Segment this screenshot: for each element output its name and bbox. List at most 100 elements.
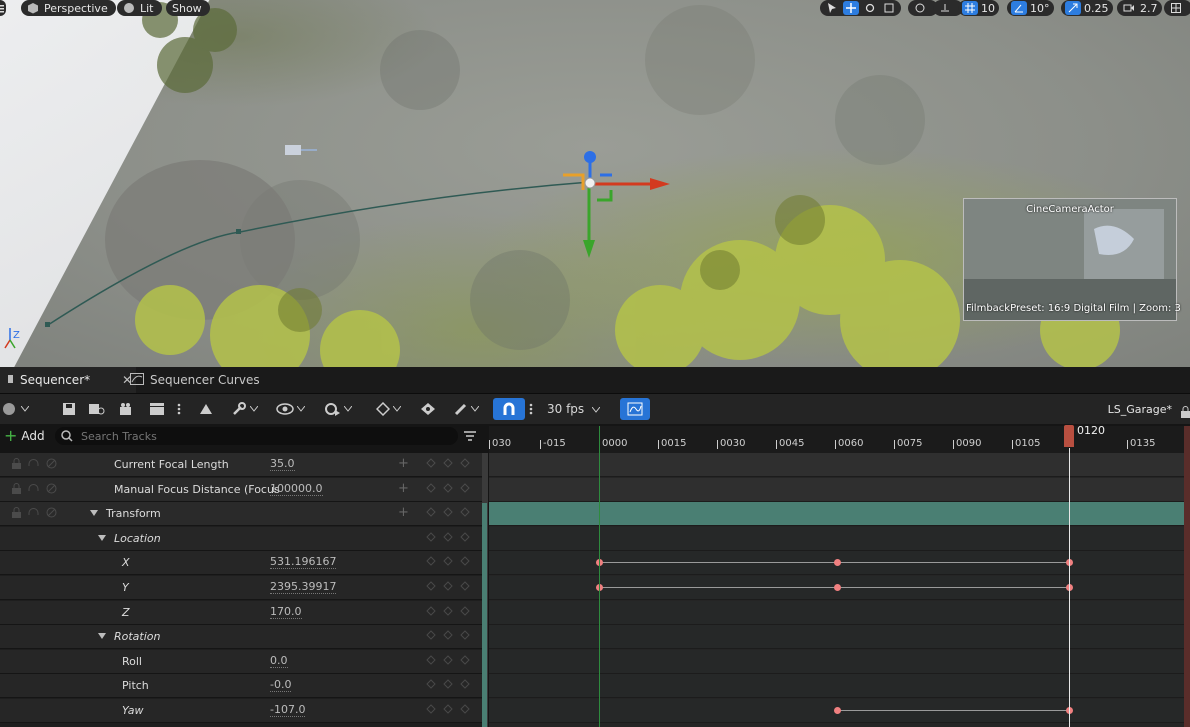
next-key-icon[interactable] <box>460 679 470 690</box>
playback-options-button[interactable] <box>320 398 354 420</box>
disable-icon[interactable] <box>46 458 57 469</box>
track-row[interactable]: Roll 0.0 <box>0 649 482 674</box>
expand-triangle-icon[interactable] <box>98 633 106 640</box>
create-camera-button[interactable] <box>117 398 137 420</box>
track-row[interactable]: Pitch -0.0 <box>0 674 482 699</box>
lock-icon[interactable] <box>12 458 21 469</box>
previous-key-icon[interactable] <box>426 679 436 690</box>
track-value-field[interactable]: -107.0 <box>270 704 306 717</box>
previous-key-icon[interactable] <box>426 704 436 714</box>
add-key-icon[interactable] <box>443 581 453 591</box>
previous-key-icon[interactable] <box>426 581 436 591</box>
keyframe[interactable] <box>833 559 841 567</box>
track-value-field[interactable]: 170.0 <box>270 605 302 619</box>
angle-snap-control[interactable]: 10° <box>1007 0 1054 16</box>
timeline-track-row[interactable] <box>489 502 1190 527</box>
headphones-icon[interactable] <box>28 507 39 518</box>
rotate-mode-icon[interactable] <box>862 1 878 15</box>
playhead-line[interactable] <box>1069 448 1070 727</box>
track-value-field[interactable]: 0.0 <box>270 654 288 668</box>
expand-triangle-icon[interactable] <box>98 534 106 541</box>
add-key-icon[interactable] <box>443 482 453 493</box>
timeline-track-row[interactable] <box>489 453 1190 477</box>
timeline-track-row[interactable] <box>489 649 1190 674</box>
track-row[interactable]: Location <box>0 526 482 551</box>
more-options-button[interactable] <box>174 398 184 420</box>
key-options-button[interactable] <box>372 398 404 420</box>
previous-key-icon[interactable] <box>426 655 436 665</box>
save-button[interactable] <box>60 398 78 420</box>
edit-mode-button[interactable] <box>450 398 482 420</box>
timeline-track-row[interactable] <box>489 526 1190 551</box>
add-track-button[interactable]: + Add <box>0 427 50 445</box>
timeline-track-row[interactable] <box>489 625 1190 650</box>
track-value-field[interactable]: 531.196167 <box>270 556 337 570</box>
previous-key-icon[interactable] <box>426 532 436 542</box>
add-subtrack-icon[interactable]: + <box>398 481 409 496</box>
frame-rate-dropdown[interactable]: 30 fps <box>547 398 601 420</box>
next-key-icon[interactable] <box>460 556 470 567</box>
headphones-icon[interactable] <box>28 483 39 494</box>
previous-key-icon[interactable] <box>426 458 436 468</box>
lock-icon[interactable] <box>1181 403 1190 422</box>
show-button[interactable]: Show <box>166 0 210 16</box>
snap-toggle-button[interactable] <box>493 398 525 420</box>
previous-key-icon[interactable] <box>426 556 436 567</box>
add-subtrack-icon[interactable]: + <box>398 456 409 471</box>
add-key-icon[interactable] <box>443 556 453 567</box>
search-tracks-input[interactable] <box>79 428 443 444</box>
next-key-icon[interactable] <box>460 630 470 640</box>
track-row[interactable]: X 531.196167 <box>0 551 482 576</box>
add-key-icon[interactable] <box>443 605 453 616</box>
previous-key-icon[interactable] <box>426 507 436 517</box>
next-key-icon[interactable] <box>460 581 470 591</box>
tab-sequencer-curves[interactable]: Sequencer Curves <box>122 367 268 393</box>
keyframe[interactable] <box>833 707 841 714</box>
track-row[interactable]: Y 2395.39917 <box>0 576 482 600</box>
disable-icon[interactable] <box>46 483 57 494</box>
lock-icon[interactable] <box>12 507 21 519</box>
keyframe[interactable] <box>833 584 841 591</box>
timeline-track-row[interactable] <box>489 477 1190 502</box>
track-value-field[interactable]: 2395.39917 <box>270 581 337 594</box>
disable-icon[interactable] <box>46 507 57 518</box>
filter-icon[interactable] <box>462 428 478 444</box>
curve-editor-button[interactable] <box>620 398 650 420</box>
add-key-icon[interactable] <box>443 679 453 690</box>
scale-snap-control[interactable]: 0.25 <box>1061 0 1113 16</box>
timeline-track-row[interactable] <box>489 600 1190 625</box>
next-key-icon[interactable] <box>460 507 470 517</box>
actions-menu-button[interactable] <box>228 398 260 420</box>
headphones-icon[interactable] <box>28 458 39 469</box>
camera-preview-window[interactable]: CineCameraActor FilmbackPreset: 16:9 Dig… <box>963 198 1181 321</box>
next-key-icon[interactable] <box>460 532 470 542</box>
auto-key-button[interactable] <box>418 398 438 420</box>
grid-snap-control[interactable]: 10 <box>958 0 999 16</box>
track-row[interactable]: Transform + <box>0 502 482 527</box>
previous-key-icon[interactable] <box>426 630 436 640</box>
find-asset-button[interactable] <box>86 398 108 420</box>
expand-triangle-icon[interactable] <box>90 510 98 517</box>
track-row[interactable]: Z 170.0 <box>0 600 482 625</box>
add-key-icon[interactable] <box>443 507 453 517</box>
lit-button[interactable]: Lit <box>117 0 162 16</box>
track-row[interactable]: Current Focal Length 35.0 + <box>0 453 482 477</box>
render-movie-button[interactable] <box>147 398 167 420</box>
next-key-icon[interactable] <box>460 704 470 714</box>
tab-sequencer[interactable]: Sequencer* ✕ <box>0 367 136 393</box>
add-key-icon[interactable] <box>443 532 453 542</box>
timeline-track-row[interactable] <box>489 674 1190 699</box>
select-mode-icon[interactable] <box>824 1 840 15</box>
viewport-menu-button[interactable] <box>0 0 6 16</box>
track-value-field[interactable]: -0.0 <box>270 679 292 693</box>
view-options-button[interactable] <box>274 398 306 420</box>
lock-icon[interactable] <box>12 482 21 494</box>
add-key-icon[interactable] <box>443 630 453 640</box>
track-row[interactable]: Rotation <box>0 625 482 650</box>
snap-options-button[interactable] <box>527 398 535 420</box>
world-menu-button[interactable] <box>0 398 32 420</box>
next-key-icon[interactable] <box>460 605 470 616</box>
previous-key-icon[interactable] <box>426 605 436 616</box>
translate-mode-icon[interactable] <box>843 1 859 15</box>
sequence-hierarchy-button[interactable] <box>195 398 217 420</box>
